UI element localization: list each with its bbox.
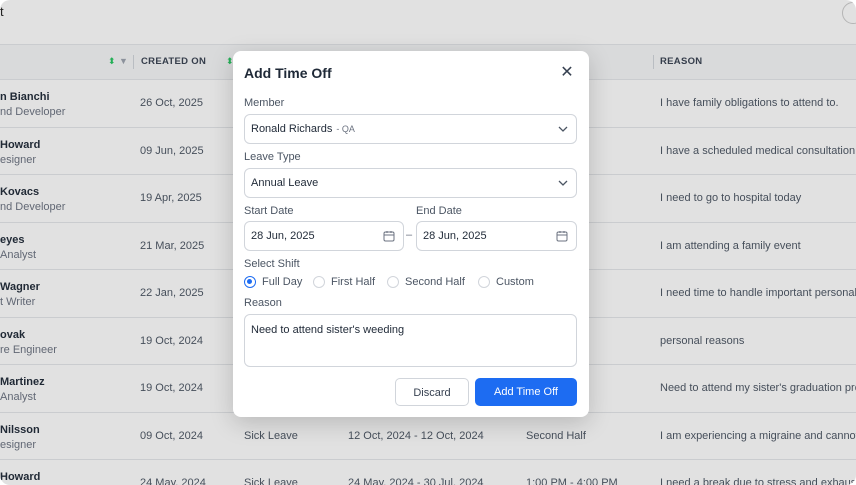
- calendar-icon[interactable]: [383, 230, 395, 242]
- shift-option-label: Full Day: [262, 276, 303, 288]
- start-date-value: 28 Jun, 2025: [251, 230, 315, 242]
- leave-type-value: Annual Leave: [251, 177, 319, 189]
- radio-icon[interactable]: [387, 276, 399, 288]
- leave-type-label: Leave Type: [244, 151, 301, 163]
- shift-option-label: Custom: [496, 276, 534, 288]
- calendar-icon[interactable]: [556, 230, 568, 242]
- leave-type-select[interactable]: Annual Leave: [244, 168, 577, 198]
- member-value: Ronald Richards: [251, 123, 333, 135]
- end-date-value: 28 Jun, 2025: [423, 230, 487, 242]
- discard-button[interactable]: Discard: [395, 378, 469, 406]
- member-department: - QA: [336, 124, 355, 134]
- radio-icon[interactable]: [313, 276, 325, 288]
- dialog-title: Add Time Off: [244, 65, 332, 81]
- reason-textarea[interactable]: Need to attend sister's weeding: [244, 314, 577, 367]
- add-time-off-button[interactable]: Add Time Off: [475, 378, 577, 406]
- add-time-off-dialog: Add Time Off ✕ Member Ronald Richards - Q…: [233, 51, 589, 417]
- member-select[interactable]: Ronald Richards - QA: [244, 114, 577, 144]
- end-date-input[interactable]: 28 Jun, 2025: [416, 221, 577, 251]
- reason-value: Need to attend sister's weeding: [251, 324, 405, 336]
- radio-selected-icon[interactable]: [244, 276, 256, 288]
- shift-option-label: Second Half: [405, 276, 465, 288]
- start-date-input[interactable]: 28 Jun, 2025: [244, 221, 404, 251]
- app-frame: t ⬍ ▼ CREATED ON ⬍ REASON n Bianchi nd De…: [0, 0, 856, 485]
- end-date-label: End Date: [416, 205, 462, 217]
- radio-icon[interactable]: [478, 276, 490, 288]
- date-range-separator: –: [406, 229, 413, 241]
- chevron-down-icon: [558, 126, 568, 132]
- chevron-down-icon: [558, 180, 568, 186]
- start-date-label: Start Date: [244, 205, 294, 217]
- reason-label: Reason: [244, 297, 282, 309]
- select-shift-label: Select Shift: [244, 258, 300, 270]
- shift-option-label: First Half: [331, 276, 375, 288]
- close-icon[interactable]: ✕: [557, 63, 577, 83]
- member-label: Member: [244, 97, 285, 109]
